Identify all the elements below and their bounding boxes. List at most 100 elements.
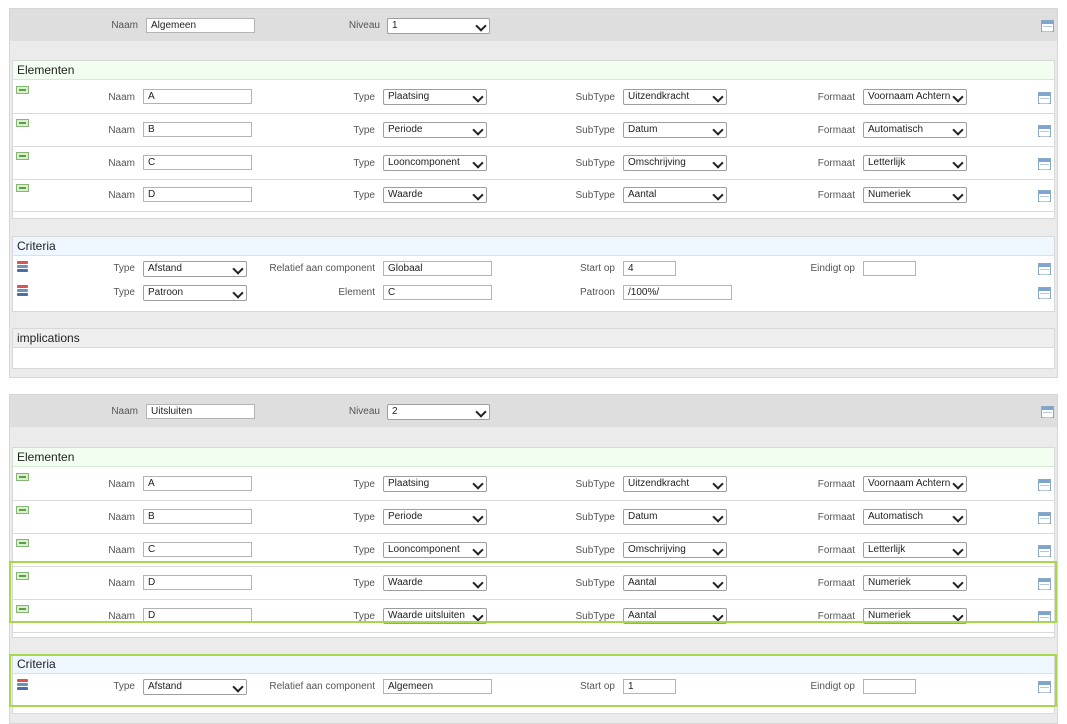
type-value: Looncomponent [388, 544, 460, 555]
relatief-input[interactable]: Algemeen [383, 679, 492, 694]
element-subtype-select[interactable]: Aantal [623, 608, 727, 624]
element-naam-input[interactable]: D [143, 187, 252, 202]
start-op-input[interactable]: 1 [623, 679, 676, 694]
element-formaat-select[interactable]: Voornaam Achtern [863, 89, 967, 105]
element-type-select[interactable]: Waarde uitsluiten [383, 608, 487, 624]
relatief-label: Relatief aan component [269, 681, 375, 692]
element-type-select[interactable]: Looncomponent [383, 542, 487, 558]
element-formaat-select[interactable]: Numeriek [863, 575, 967, 591]
element-subtype-select[interactable]: Omschrijving [623, 542, 727, 558]
list-icon[interactable] [1038, 287, 1051, 299]
list-icon[interactable] [1038, 263, 1051, 275]
criteria-type-select[interactable]: Patroon [143, 285, 247, 301]
element-type-select[interactable]: Plaatsing [383, 89, 487, 105]
subtype-value: Uitzendkracht [628, 478, 690, 489]
element-type-select[interactable]: Plaatsing [383, 476, 487, 492]
add-element-icon[interactable] [16, 119, 29, 127]
block-niveau-select[interactable]: 1 [387, 18, 490, 34]
list-icon[interactable] [1038, 158, 1051, 170]
element-subtype-select[interactable]: Omschrijving [623, 155, 727, 171]
list-icon[interactable] [1038, 611, 1051, 623]
element-type-select[interactable]: Waarde [383, 575, 487, 591]
element-formaat-select[interactable]: Automatisch [863, 509, 967, 525]
block-niveau-select[interactable]: 2 [387, 404, 490, 420]
list-icon[interactable] [1038, 545, 1051, 557]
element-type-select[interactable]: Periode [383, 509, 487, 525]
list-icon[interactable] [1038, 578, 1051, 590]
element-naam-input[interactable]: C [143, 542, 252, 557]
subtype-label: SubType [575, 92, 615, 103]
add-element-icon[interactable] [16, 605, 29, 613]
element-naam-input[interactable]: D [143, 608, 252, 623]
element-naam-input[interactable]: B [143, 509, 252, 524]
list-icon[interactable] [1038, 125, 1051, 137]
chevron-down-icon [472, 610, 484, 622]
element-subtype-select[interactable]: Datum [623, 509, 727, 525]
element-subtype-select[interactable]: Aantal [623, 187, 727, 203]
element-input[interactable]: C [383, 285, 492, 300]
element-naam-input[interactable]: C [143, 155, 252, 170]
list-icon[interactable] [1038, 512, 1051, 524]
criteria-stack-icon[interactable] [17, 679, 28, 691]
element-formaat-select[interactable]: Voornaam Achtern [863, 476, 967, 492]
subtype-value: Aantal [628, 577, 657, 588]
subtype-label: SubType [575, 578, 615, 589]
criteria-type-select[interactable]: Afstand [143, 261, 247, 277]
block-naam-input[interactable]: Algemeen [146, 18, 255, 33]
naam-label: Naam [108, 92, 135, 103]
add-element-icon[interactable] [16, 473, 29, 481]
element-row: Naam B Type Periode SubType Datum Formaa… [13, 501, 1054, 534]
element-formaat-select[interactable]: Numeriek [863, 187, 967, 203]
start-op-input[interactable]: 4 [623, 261, 676, 276]
element-formaat-select[interactable]: Letterlijk [863, 542, 967, 558]
criteria-row: Type Afstand Relatief aan component Glob… [13, 257, 1054, 281]
add-element-icon[interactable] [16, 539, 29, 547]
list-icon[interactable] [1041, 20, 1054, 32]
chevron-down-icon [475, 406, 487, 418]
block-naam-input[interactable]: Uitsluiten [146, 404, 255, 419]
element-type-select[interactable]: Periode [383, 122, 487, 138]
element-subtype-select[interactable]: Uitzendkracht [623, 89, 727, 105]
eindigt-op-input[interactable] [863, 679, 916, 694]
criteria-stack-icon[interactable] [17, 285, 28, 297]
type-label: Type [113, 287, 135, 298]
type-value: Plaatsing [388, 478, 430, 489]
element-subtype-select[interactable]: Uitzendkracht [623, 476, 727, 492]
element-subtype-select[interactable]: Datum [623, 122, 727, 138]
element-type-select[interactable]: Looncomponent [383, 155, 487, 171]
type-value: Periode [388, 124, 423, 135]
element-formaat-select[interactable]: Letterlijk [863, 155, 967, 171]
element-label: Element [338, 287, 375, 298]
element-naam-input[interactable]: A [143, 476, 252, 491]
add-element-icon[interactable] [16, 184, 29, 192]
relatief-label: Relatief aan component [269, 263, 375, 274]
element-subtype-select[interactable]: Aantal [623, 575, 727, 591]
type-label: Type [113, 263, 135, 274]
list-icon[interactable] [1041, 406, 1054, 418]
naam-label: Naam [108, 190, 135, 201]
element-formaat-select[interactable]: Automatisch [863, 122, 967, 138]
relatief-input[interactable]: Globaal [383, 261, 492, 276]
list-icon[interactable] [1038, 190, 1051, 202]
eindigt-op-input[interactable] [863, 261, 916, 276]
element-formaat-select[interactable]: Numeriek [863, 608, 967, 624]
list-icon[interactable] [1038, 92, 1051, 104]
patroon-input[interactable]: /100%/ [623, 285, 732, 300]
criteria-type-select[interactable]: Afstand [143, 679, 247, 695]
type-value: Plaatsing [388, 91, 430, 102]
element-naam-input[interactable]: B [143, 122, 252, 137]
add-element-icon[interactable] [16, 506, 29, 514]
list-icon[interactable] [1038, 479, 1051, 491]
chevron-down-icon [952, 124, 964, 136]
list-icon[interactable] [1038, 681, 1051, 693]
criteria-stack-icon[interactable] [17, 261, 28, 273]
add-element-icon[interactable] [16, 572, 29, 580]
element-naam-input[interactable]: A [143, 89, 252, 104]
add-element-icon[interactable] [16, 86, 29, 94]
type-value: Afstand [148, 681, 182, 692]
eindigt-op-label: Eindigt op [810, 263, 855, 274]
element-type-select[interactable]: Waarde [383, 187, 487, 203]
niveau-label: Niveau [348, 20, 380, 31]
element-naam-input[interactable]: D [143, 575, 252, 590]
add-element-icon[interactable] [16, 152, 29, 160]
